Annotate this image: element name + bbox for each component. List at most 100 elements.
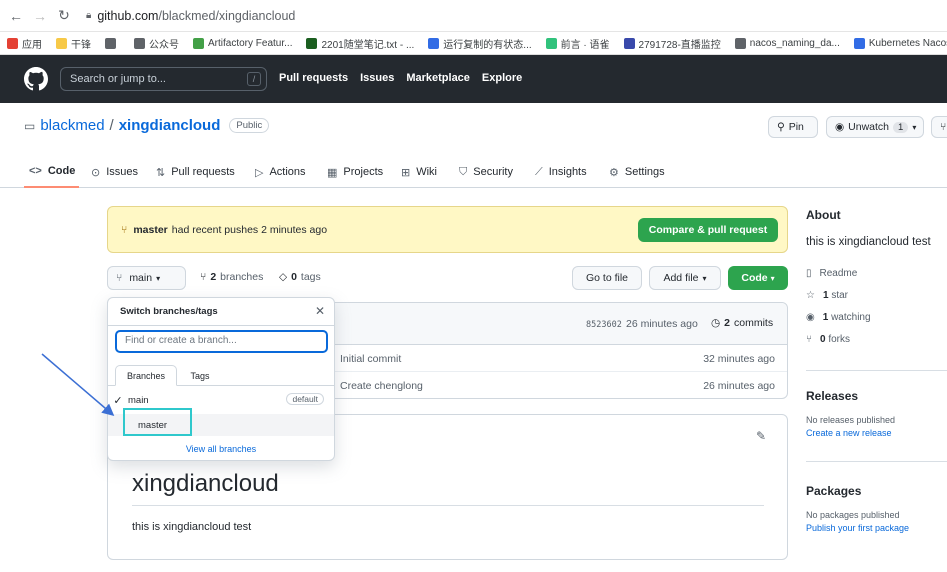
tab-security[interactable]: ⛉ Security xyxy=(459,156,513,188)
nav-pull-requests[interactable]: Pull requests xyxy=(279,72,348,84)
global-nav: Pull requests Issues Marketplace Explore xyxy=(279,72,522,84)
bookmark-label: 公众号 xyxy=(149,39,179,51)
forks-count: 0 xyxy=(820,333,826,345)
branches-label: branches xyxy=(220,271,264,283)
caret-down-icon: ▾ xyxy=(770,273,775,283)
readme-link[interactable]: ▯ Readme xyxy=(806,262,947,284)
tab-pull-requests-label: Pull requests xyxy=(171,166,235,178)
notice-branch-name: master xyxy=(133,223,168,236)
tab-pull-requests[interactable]: ⇅ Pull requests xyxy=(156,156,235,188)
bookmark-item[interactable]: 运行复制的有状态... xyxy=(421,36,538,51)
add-file-button[interactable]: Add file ▾ xyxy=(649,266,721,290)
watch-counter: 1 xyxy=(893,121,909,133)
branch-filter-input[interactable]: Find or create a branch... xyxy=(115,330,328,353)
popover-title: Switch branches/tags xyxy=(120,306,218,317)
lock-icon: 🔒︎ xyxy=(86,10,92,21)
file-commit-message[interactable]: Create chenglong xyxy=(340,380,423,392)
bookmark-item[interactable]: Kubernetes Nacos xyxy=(847,37,947,49)
tab-projects[interactable]: ▦ Projects xyxy=(327,156,383,188)
sidebar-divider xyxy=(806,370,947,371)
watching-label: watching xyxy=(831,311,871,323)
close-icon[interactable]: ✕ xyxy=(315,304,325,318)
fork-button[interactable]: ⑂ xyxy=(931,116,947,138)
code-button[interactable]: Code ▾ xyxy=(728,266,788,290)
tab-security-label: Security xyxy=(473,166,513,178)
tab-branches[interactable]: Branches xyxy=(115,365,177,386)
view-all-branches-link[interactable]: View all branches xyxy=(108,444,334,454)
forks-label: forks xyxy=(828,333,851,345)
readme-body: this is xingdiancloud test xyxy=(132,521,252,533)
bookmark-label: Kubernetes Nacos xyxy=(868,37,947,49)
bookmark-favicon-icon xyxy=(193,37,204,49)
commits-link[interactable]: ◷ 2 commits xyxy=(711,317,773,329)
tab-issues[interactable]: ⊙ Issues xyxy=(91,156,138,188)
popover-divider xyxy=(108,325,334,326)
tab-wiki[interactable]: ⊞ Wiki xyxy=(401,156,437,188)
repo-owner-link[interactable]: blackmed xyxy=(40,117,104,134)
stars-link[interactable]: ☆ 1 star xyxy=(806,284,947,306)
tab-code[interactable]: <> Code xyxy=(24,156,79,188)
unwatch-button[interactable]: ◉ Unwatch 1 ▾ xyxy=(826,116,924,138)
tab-insights[interactable]: ⟋ Insights xyxy=(535,156,587,188)
nav-explore[interactable]: Explore xyxy=(482,72,522,84)
caret-down-icon: ▾ xyxy=(702,273,707,283)
releases-title[interactable]: Releases xyxy=(806,389,947,403)
github-logo-icon[interactable] xyxy=(24,67,48,91)
star-icon: ☆ xyxy=(806,289,815,301)
compare-pull-request-button[interactable]: Compare & pull request xyxy=(638,218,778,242)
bookmark-item[interactable]: 前言 · 语雀 xyxy=(539,36,617,51)
last-commit-time: 26 minutes ago xyxy=(626,318,698,330)
pin-button[interactable]: ⚲ Pin xyxy=(768,116,818,138)
bookmark-item[interactable]: 应用 xyxy=(0,36,49,51)
commits-label: commits xyxy=(734,317,774,329)
tab-actions[interactable]: ▷ Actions xyxy=(255,156,306,188)
search-input[interactable]: Search or jump to... / xyxy=(60,67,267,91)
branch-icon: ⑂ xyxy=(116,272,123,284)
branches-link[interactable]: ⑂ 2 branches xyxy=(200,271,263,283)
repo-name-link[interactable]: xingdiancloud xyxy=(119,117,221,134)
notice-text: had recent pushes 2 minutes ago xyxy=(171,223,328,236)
code-icon: <> xyxy=(29,165,42,177)
watching-link[interactable]: ◉ 1 watching xyxy=(806,306,947,328)
file-commit-message[interactable]: Initial commit xyxy=(340,353,401,365)
bookmark-item[interactable] xyxy=(98,37,127,49)
back-icon[interactable]: ← xyxy=(4,4,28,28)
sidebar-divider xyxy=(806,461,947,462)
reload-icon[interactable]: ↻ xyxy=(52,4,76,28)
bookmark-item[interactable]: 2791728-直播监控 xyxy=(617,36,728,51)
nav-marketplace[interactable]: Marketplace xyxy=(406,72,470,84)
tab-tags[interactable]: Tags xyxy=(182,365,218,386)
nav-issues[interactable]: Issues xyxy=(360,72,394,84)
bookmark-item[interactable]: 公众号 xyxy=(127,36,186,51)
tab-settings[interactable]: ⚙ Settings xyxy=(609,156,665,188)
fork-icon: ⑂ xyxy=(940,121,947,133)
forward-icon[interactable]: → xyxy=(28,4,52,28)
create-release-link[interactable]: Create a new release xyxy=(806,428,947,438)
url-field[interactable]: 🔒︎ github.com/blackmed/xingdiancloud xyxy=(86,9,295,23)
go-to-file-button[interactable]: Go to file xyxy=(572,266,642,290)
pull-request-icon: ⇅ xyxy=(156,166,166,179)
commit-sha[interactable]: 8523602 xyxy=(586,320,622,330)
tags-link[interactable]: ◇ 0 tags xyxy=(279,271,321,283)
bookmark-item[interactable]: 干锋 xyxy=(49,36,98,51)
tab-code-label: Code xyxy=(47,165,76,177)
readme-link-label: Readme xyxy=(819,267,858,279)
branch-switcher-popover: Switch branches/tags ✕ Find or create a … xyxy=(107,297,335,461)
branch-item-label: main xyxy=(128,394,149,406)
forks-link[interactable]: ⑂ 0 forks xyxy=(806,328,947,350)
repo-tabs: <> Code ⊙ Issues ⇅ Pull requests ▷ Actions ▦… xyxy=(0,156,947,188)
current-branch-label: main xyxy=(129,272,153,284)
packages-title[interactable]: Packages xyxy=(806,484,947,498)
branch-select-button[interactable]: ⑂ main ▾ xyxy=(107,266,186,290)
pin-icon: ⚲ xyxy=(777,121,785,133)
watching-count: 1 xyxy=(822,311,829,323)
bookmark-item[interactable]: 2201随堂笔记.txt - ... xyxy=(299,36,421,51)
tab-insights-label: Insights xyxy=(548,166,587,178)
repo-icon: ▭ xyxy=(24,118,36,133)
bookmark-favicon-icon xyxy=(545,37,557,49)
publish-package-link[interactable]: Publish your first package xyxy=(806,523,947,533)
bookmark-item[interactable]: Artifactory Featur... xyxy=(186,37,299,49)
bookmark-favicon-icon xyxy=(306,37,318,49)
pencil-icon[interactable]: ✎ xyxy=(756,429,766,443)
bookmark-item[interactable]: nacos_naming_da... xyxy=(728,37,847,49)
